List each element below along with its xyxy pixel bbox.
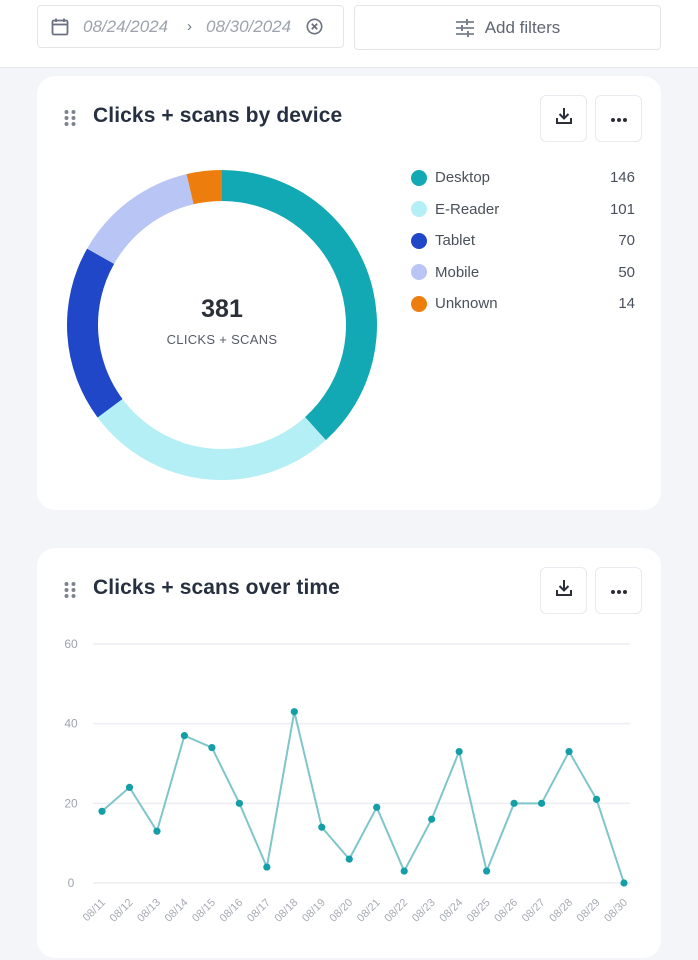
download-button[interactable] [540,567,587,614]
donut-center: 381 CLICKS + SCANS [65,168,379,482]
clear-date-icon[interactable] [306,18,323,35]
data-point[interactable] [345,855,353,863]
y-tick-label: 20 [64,796,78,810]
x-tick-label: 08/18 [272,897,300,925]
data-point[interactable] [510,799,518,807]
card-title: Clicks + scans by device [93,104,343,127]
legend-label: E-Reader [435,200,500,218]
more-horizontal-icon [610,582,628,600]
data-point[interactable] [125,783,134,791]
donut-total-value: 381 [201,295,243,323]
data-point[interactable] [290,708,298,716]
data-point[interactable] [180,732,189,740]
data-point[interactable] [455,747,463,756]
drag-handle-icon[interactable] [64,581,76,599]
device-chart-card: Clicks + scans by device 381 CLICKS + SC… [37,76,661,510]
x-tick-label: 08/28 [547,897,575,925]
legend-item[interactable]: E-Reader 101 [411,194,635,226]
data-point[interactable] [400,867,408,875]
data-point[interactable] [235,799,243,807]
more-options-button[interactable] [595,95,642,142]
calendar-icon[interactable] [51,18,69,36]
data-point[interactable] [318,823,326,831]
legend-color-dot [411,201,427,218]
start-date-input[interactable]: 08/24/2024 [83,17,179,37]
legend-value: 14 [618,295,635,313]
legend-label: Unknown [435,295,498,313]
legend-color-dot [411,169,427,186]
data-point[interactable] [153,827,161,835]
legend-color-dot [411,295,427,312]
x-tick-label: 08/20 [327,897,355,925]
x-tick-label: 08/30 [602,897,630,925]
legend-value: 101 [609,200,635,218]
download-icon [555,579,573,602]
card-title: Clicks + scans over time [93,576,340,599]
legend-item[interactable]: Desktop 146 [411,162,635,194]
legend-value: 70 [618,232,635,250]
legend-color-dot [411,232,427,249]
x-tick-label: 08/13 [135,897,163,925]
donut-legend: Desktop 146 E-Reader 101 Tablet 70 Mobile 50 Unk… [411,162,635,320]
data-point[interactable] [592,795,601,803]
x-tick-label: 08/14 [163,897,191,925]
add-filters-button[interactable]: Add filters [354,5,661,50]
legend-item[interactable]: Unknown 14 [411,288,635,320]
legend-value: 146 [609,169,635,187]
line-chart: 020406008/11 08/12 08/13 08/14 08/15 08/16 08/… [64,637,630,925]
x-tick-label: 08/21 [355,897,383,925]
x-tick-label: 08/23 [410,897,438,925]
card-header: Clicks + scans over time [37,548,661,630]
drag-handle-icon[interactable] [64,109,76,127]
y-tick-label: 60 [64,637,78,651]
legend-item[interactable]: Tablet 70 [411,225,635,257]
time-chart-card: Clicks + scans over time 0 20 40 60 08/11 08/… [37,548,661,958]
data-point[interactable] [428,815,436,823]
legend-value: 50 [618,263,635,281]
end-date-input[interactable]: 08/30/2024 [206,17,302,37]
date-range-picker[interactable]: 08/24/2024 › 08/30/2024 [37,5,344,48]
filter-bar: 08/24/2024 › 08/30/2024 Add filters [0,0,698,68]
x-tick-label: 08/22 [382,897,410,925]
add-filters-label: Add filters [484,17,561,37]
legend-label: Mobile [435,263,480,281]
y-tick-label: 0 [68,876,75,890]
legend-label: Tablet [435,232,476,250]
download-button[interactable] [540,95,587,142]
card-header: Clicks + scans by device [37,76,661,158]
x-tick-label: 08/19 [300,897,328,925]
legend-label: Desktop [435,169,491,187]
data-point[interactable] [483,867,491,875]
more-options-button[interactable] [595,567,642,614]
x-tick-label: 08/17 [245,897,273,925]
download-icon [555,107,573,130]
data-point[interactable] [620,879,628,887]
data-point[interactable] [208,743,216,752]
date-separator-icon: › [187,18,192,35]
sliders-icon [455,18,475,37]
x-tick-label: 08/11 [81,897,108,924]
series-line [101,710,625,884]
x-tick-label: 08/25 [465,897,493,925]
x-tick-label: 08/29 [575,897,603,925]
x-tick-label: 08/15 [190,897,218,925]
x-tick-label: 08/24 [437,897,465,925]
x-tick-label: 08/27 [520,897,548,925]
donut-chart: 381 CLICKS + SCANS [65,168,379,482]
x-tick-label: 08/12 [108,897,136,925]
data-point[interactable] [263,863,271,871]
donut-total-label: CLICKS + SCANS [166,332,278,347]
x-tick-label: 08/26 [492,897,520,925]
data-point[interactable] [373,803,381,811]
data-point[interactable] [537,799,546,807]
data-point[interactable] [98,807,106,815]
legend-item[interactable]: Mobile 50 [411,257,635,289]
more-horizontal-icon [610,110,628,128]
x-tick-label: 08/16 [218,897,246,925]
legend-color-dot [411,264,427,281]
data-point[interactable] [565,747,573,756]
y-tick-label: 40 [64,717,78,731]
